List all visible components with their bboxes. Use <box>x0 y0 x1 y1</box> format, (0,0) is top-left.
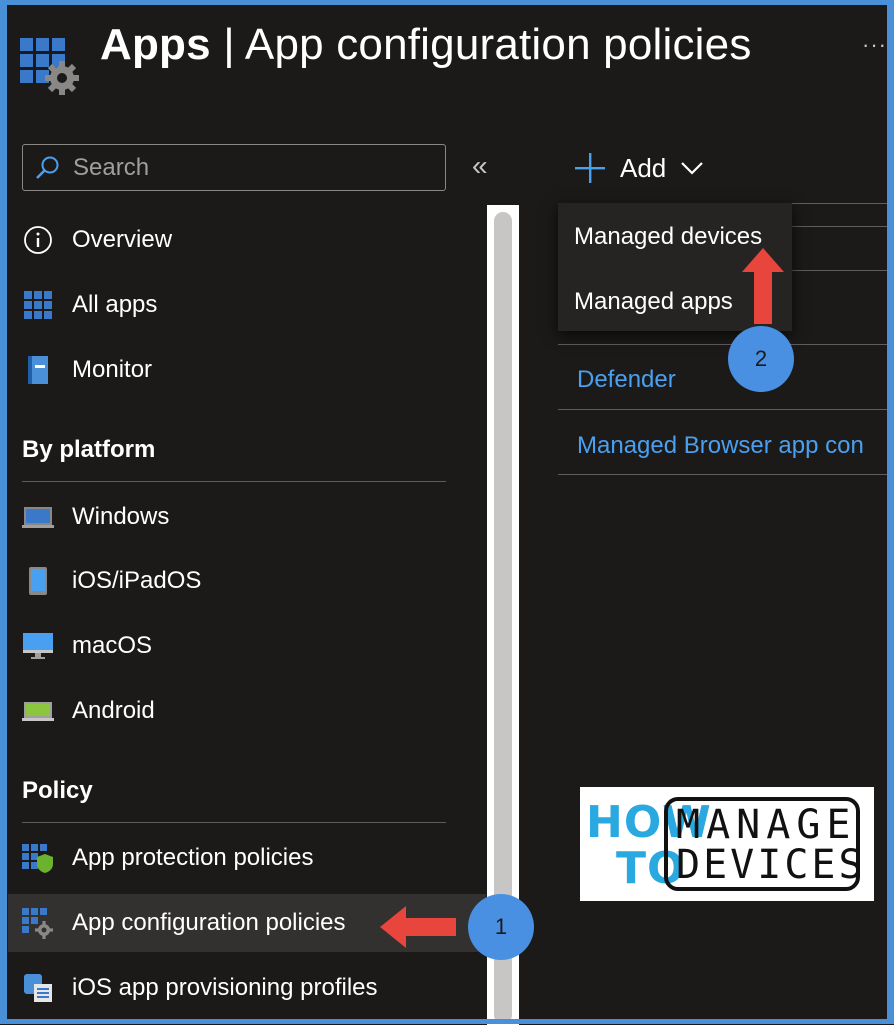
nav-item-label: Android <box>72 697 155 724</box>
policy-link-defender[interactable]: Defender <box>577 366 676 394</box>
logo-manage: MANAGE <box>676 802 857 848</box>
nav-item-android[interactable]: Android <box>8 682 486 740</box>
nav-item-macos[interactable]: macOS <box>8 617 486 675</box>
section-heading-by-platform: By platform <box>22 436 156 463</box>
add-button-label: Add <box>620 152 667 183</box>
howtomanagedevices-logo: HOW TO MANAGE DEVICES <box>580 787 874 901</box>
section-heading-policy: Policy <box>22 777 93 804</box>
info-icon <box>22 224 54 256</box>
windows-laptop-icon <box>22 501 54 533</box>
provisioning-profile-icon <box>22 972 54 1004</box>
menu-item-managed-devices[interactable]: Managed devices <box>574 223 762 251</box>
annotation-arrow-up-icon <box>742 248 784 324</box>
add-button[interactable]: Add <box>574 146 704 190</box>
chevron-down-icon <box>681 162 704 175</box>
nav-item-ios-app-provisioning-profiles[interactable]: iOS app provisioning profiles <box>8 959 486 1017</box>
list-row-divider <box>558 409 894 410</box>
nav-item-label: App protection policies <box>72 844 314 871</box>
logo-devices: DEVICES <box>676 842 866 888</box>
collapse-sidebar-icon[interactable]: « <box>472 150 488 182</box>
nav-item-overview[interactable]: Overview <box>8 211 486 269</box>
section-divider <box>22 822 446 823</box>
list-row-line <box>792 270 894 271</box>
list-row-divider <box>558 344 894 345</box>
nav-item-windows[interactable]: Windows <box>8 488 486 546</box>
page-title-apps: Apps <box>100 20 211 69</box>
nav-item-label: iOS/iPadOS <box>72 567 202 594</box>
nav-item-label: Monitor <box>72 356 153 383</box>
search-input[interactable] <box>71 152 415 183</box>
nav-item-label: Overview <box>72 226 173 253</box>
plus-icon <box>575 153 605 183</box>
nav-item-label: iOS app provisioning profiles <box>72 974 378 1001</box>
apps-shield-icon <box>22 842 54 874</box>
page-title-separator: | <box>223 20 235 69</box>
more-options-icon[interactable]: ··· <box>862 32 887 58</box>
menu-item-managed-apps[interactable]: Managed apps <box>574 288 733 316</box>
nav-item-label: App configuration policies <box>72 909 346 936</box>
desktop-monitor-icon <box>22 630 54 662</box>
list-header-line <box>792 226 894 227</box>
monitor-book-icon <box>22 354 54 386</box>
list-row-divider <box>558 474 894 475</box>
android-device-icon <box>22 695 54 727</box>
annotation-badge-2: 2 <box>728 326 794 392</box>
apps-grid-gear-icon <box>20 34 80 96</box>
annotation-badge-1: 1 <box>468 894 534 960</box>
apps-gear-icon <box>22 907 54 939</box>
search-box[interactable] <box>22 144 446 191</box>
nav-item-monitor[interactable]: Monitor <box>8 341 486 399</box>
apps-grid-icon <box>22 289 54 321</box>
tablet-icon <box>22 565 54 597</box>
nav-item-label: macOS <box>72 632 153 659</box>
nav-item-app-protection-policies[interactable]: App protection policies <box>8 829 486 887</box>
policy-link-managed-browser[interactable]: Managed Browser app con <box>577 432 864 460</box>
page-title-section: App configuration policies <box>244 20 752 69</box>
nav-item-label: All apps <box>72 291 158 318</box>
nav-item-label: Windows <box>72 503 170 530</box>
nav-item-all-apps[interactable]: All apps <box>8 276 486 334</box>
annotation-arrow-left-icon <box>380 906 456 948</box>
nav-item-ios-ipados[interactable]: iOS/iPadOS <box>8 552 486 610</box>
search-icon <box>36 156 59 179</box>
section-divider <box>22 481 446 482</box>
page-title: Apps | App configuration policies <box>100 20 752 70</box>
